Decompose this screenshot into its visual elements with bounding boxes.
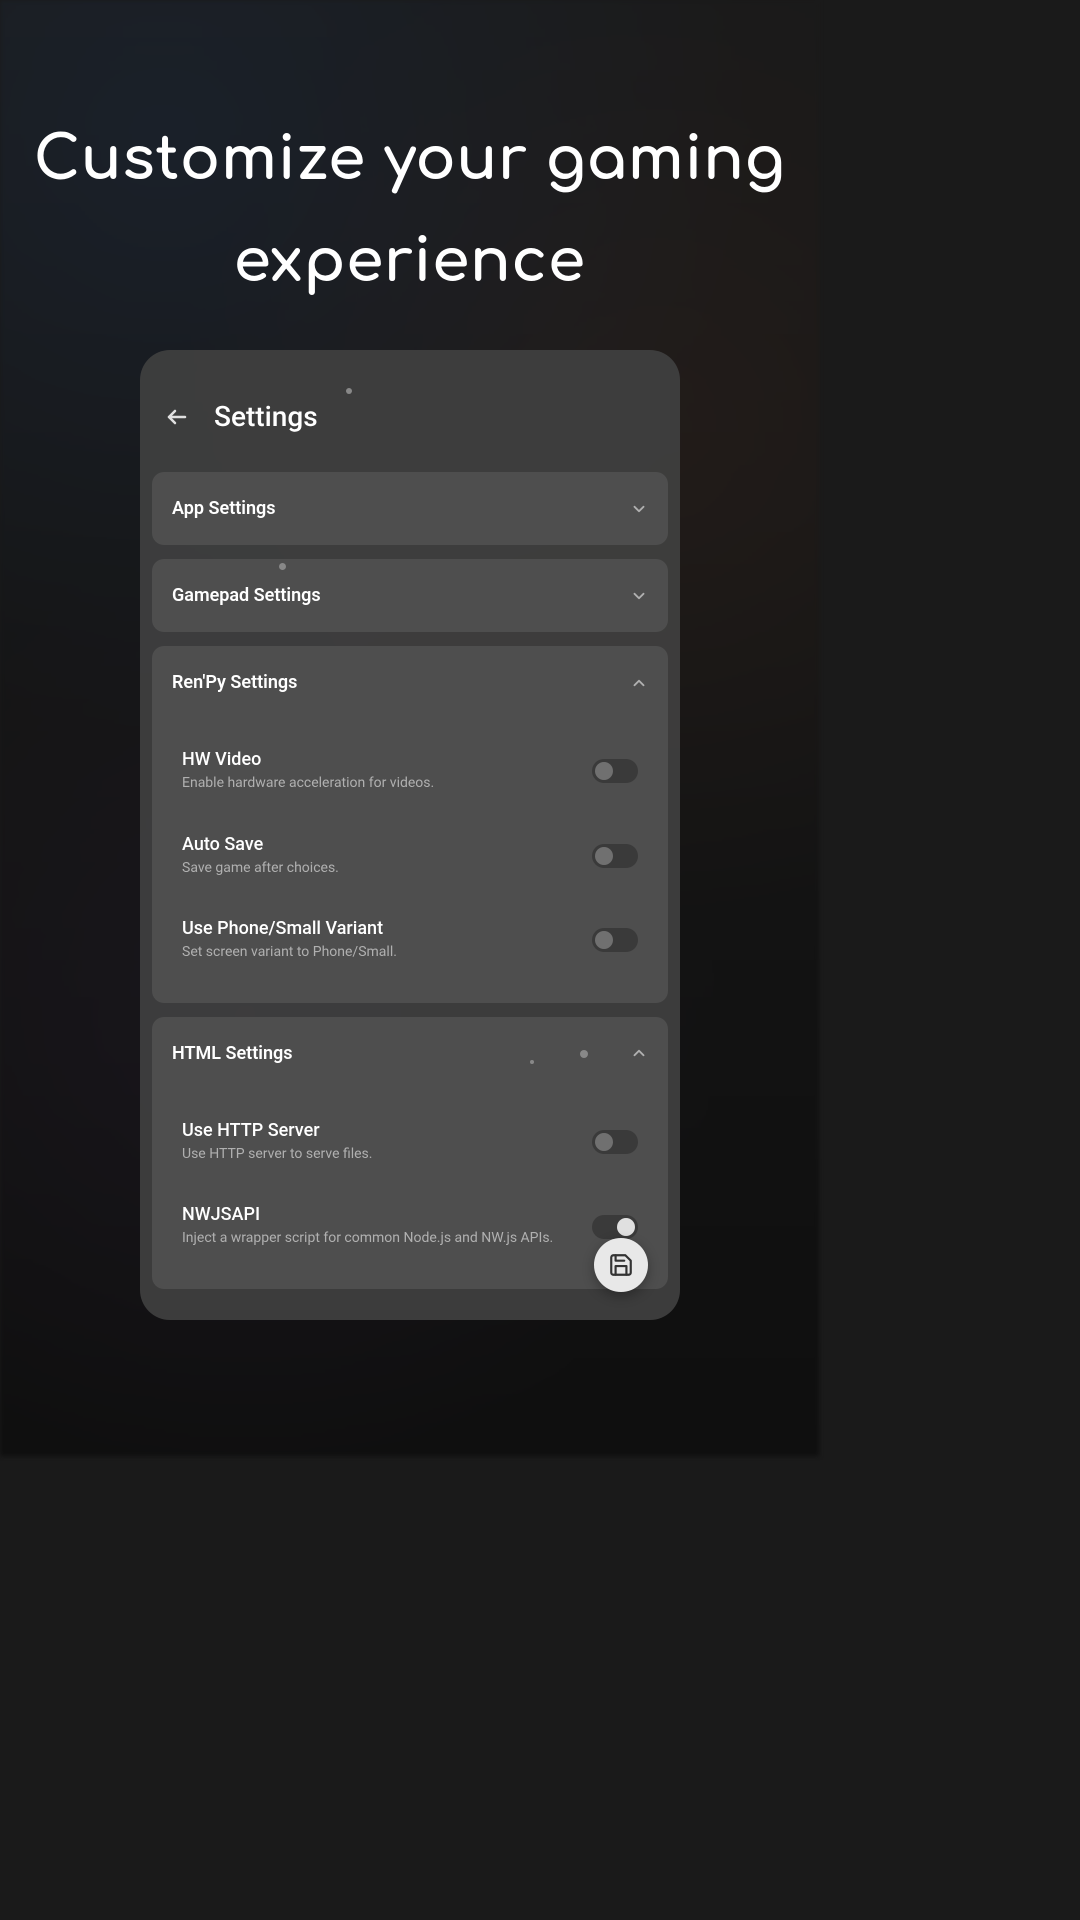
setting-label: Use HTTP Server bbox=[182, 1120, 572, 1141]
section-title: Ren'Py Settings bbox=[172, 672, 297, 693]
setting-desc: Save game after choices. bbox=[182, 859, 572, 879]
setting-nwjsapi: NWJSAPI Inject a wrapper script for comm… bbox=[152, 1184, 668, 1269]
setting-desc: Use HTTP server to serve files. bbox=[182, 1145, 572, 1165]
setting-text: Use Phone/Small Variant Set screen varia… bbox=[182, 918, 592, 963]
toggle-auto-save[interactable] bbox=[592, 844, 638, 868]
decorative-dot bbox=[580, 1050, 588, 1058]
save-fab[interactable] bbox=[594, 1238, 648, 1292]
setting-label: Auto Save bbox=[182, 834, 572, 855]
promo-title: Customize your gaming experience bbox=[0, 110, 819, 314]
section-renpy-settings: Ren'Py Settings HW Video Enable hardware… bbox=[152, 646, 668, 1003]
toggle-knob bbox=[595, 762, 613, 780]
panel-title: Settings bbox=[214, 400, 318, 433]
section-body-renpy: HW Video Enable hardware acceleration fo… bbox=[152, 719, 668, 1003]
setting-http-server: Use HTTP Server Use HTTP server to serve… bbox=[152, 1100, 668, 1185]
setting-text: HW Video Enable hardware acceleration fo… bbox=[182, 749, 592, 794]
setting-phone-variant: Use Phone/Small Variant Set screen varia… bbox=[152, 898, 668, 983]
chevron-up-icon bbox=[630, 674, 648, 692]
setting-hw-video: HW Video Enable hardware acceleration fo… bbox=[152, 729, 668, 814]
section-title: Gamepad Settings bbox=[172, 585, 321, 606]
settings-panel: Settings App Settings Gamepad Settings bbox=[140, 350, 680, 1320]
toggle-knob bbox=[595, 931, 613, 949]
setting-text: Use HTTP Server Use HTTP server to serve… bbox=[182, 1120, 592, 1165]
section-title: App Settings bbox=[172, 498, 276, 519]
setting-desc: Enable hardware acceleration for videos. bbox=[182, 774, 572, 794]
chevron-down-icon bbox=[630, 587, 648, 605]
toggle-knob bbox=[595, 847, 613, 865]
chevron-up-icon bbox=[630, 1044, 648, 1062]
section-header-renpy[interactable]: Ren'Py Settings bbox=[152, 646, 668, 719]
setting-auto-save: Auto Save Save game after choices. bbox=[152, 814, 668, 899]
decorative-dot bbox=[279, 563, 286, 570]
setting-text: Auto Save Save game after choices. bbox=[182, 834, 592, 879]
back-button[interactable] bbox=[165, 405, 189, 429]
toggle-knob bbox=[617, 1218, 635, 1236]
toggle-nwjsapi[interactable] bbox=[592, 1215, 638, 1239]
section-header-app[interactable]: App Settings bbox=[152, 472, 668, 545]
section-header-html[interactable]: HTML Settings bbox=[152, 1017, 668, 1090]
section-app-settings: App Settings bbox=[152, 472, 668, 545]
decorative-dot bbox=[530, 1060, 534, 1064]
setting-label: HW Video bbox=[182, 749, 572, 770]
panel-header: Settings bbox=[140, 350, 680, 458]
decorative-dot bbox=[346, 388, 352, 394]
section-title: HTML Settings bbox=[172, 1043, 293, 1064]
setting-desc: Inject a wrapper script for common Node.… bbox=[182, 1229, 572, 1249]
save-icon bbox=[608, 1252, 634, 1278]
section-header-gamepad[interactable]: Gamepad Settings bbox=[152, 559, 668, 632]
toggle-hw-video[interactable] bbox=[592, 759, 638, 783]
setting-label: NWJSAPI bbox=[182, 1204, 572, 1225]
toggle-knob bbox=[595, 1133, 613, 1151]
setting-label: Use Phone/Small Variant bbox=[182, 918, 572, 939]
setting-desc: Set screen variant to Phone/Small. bbox=[182, 943, 572, 963]
setting-text: NWJSAPI Inject a wrapper script for comm… bbox=[182, 1204, 592, 1249]
section-html-settings: HTML Settings Use HTTP Server Use HTTP s… bbox=[152, 1017, 668, 1289]
toggle-phone-variant[interactable] bbox=[592, 928, 638, 952]
chevron-down-icon bbox=[630, 500, 648, 518]
section-gamepad-settings: Gamepad Settings bbox=[152, 559, 668, 632]
toggle-http-server[interactable] bbox=[592, 1130, 638, 1154]
section-body-html: Use HTTP Server Use HTTP server to serve… bbox=[152, 1090, 668, 1289]
